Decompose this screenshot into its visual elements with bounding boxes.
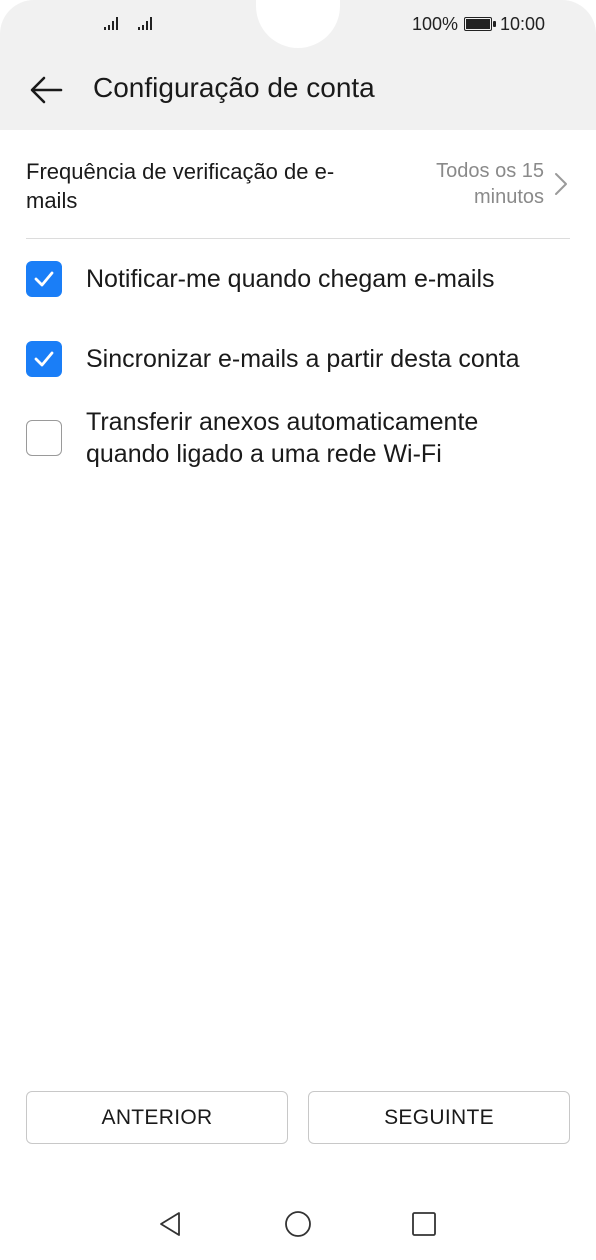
notify-new-emails-label: Notificar-me quando chegam e-mails bbox=[86, 265, 495, 293]
page-title: Configuração de conta bbox=[93, 72, 375, 103]
check-frequency-value: Todos os 15 minutos bbox=[436, 160, 544, 208]
check-frequency-setting[interactable]: Frequência de verificação de e-mails Tod… bbox=[26, 130, 570, 239]
notify-new-emails-option[interactable]: Notificar-me quando chegam e-mails bbox=[26, 258, 570, 300]
nav-recent-icon bbox=[412, 1212, 436, 1236]
back-button[interactable] bbox=[26, 70, 66, 110]
nav-home-button[interactable] bbox=[280, 1206, 316, 1242]
screen: 100% 10:00 Configuração de conta Frequên… bbox=[0, 0, 596, 1260]
chevron-right-icon bbox=[555, 173, 567, 195]
battery-icon bbox=[464, 17, 496, 31]
sync-emails-label: Sincronizar e-mails a partir desta conta bbox=[86, 345, 520, 373]
nav-home-icon bbox=[285, 1211, 311, 1237]
auto-download-attachments-checkbox[interactable] bbox=[26, 420, 62, 456]
sync-emails-checkbox[interactable] bbox=[26, 341, 62, 377]
arrow-left-icon bbox=[30, 76, 63, 104]
camera-notch bbox=[256, 0, 340, 48]
checkmark-icon bbox=[34, 271, 54, 287]
checkmark-icon bbox=[34, 351, 54, 367]
auto-download-attachments-option[interactable]: Transferir anexos automaticamente quando… bbox=[26, 406, 570, 470]
status-time: 10:00 bbox=[500, 14, 546, 34]
check-frequency-label: Frequência de verificação de e-mails bbox=[26, 159, 335, 213]
previous-button[interactable]: ANTERIOR bbox=[26, 1091, 288, 1144]
sync-emails-option[interactable]: Sincronizar e-mails a partir desta conta bbox=[26, 338, 570, 380]
signal-icon bbox=[104, 16, 118, 30]
notify-new-emails-checkbox[interactable] bbox=[26, 261, 62, 297]
nav-back-button[interactable] bbox=[152, 1206, 188, 1242]
next-button[interactable]: SEGUINTE bbox=[308, 1091, 570, 1144]
battery-percent: 100% bbox=[412, 14, 459, 34]
nav-recent-button[interactable] bbox=[406, 1206, 442, 1242]
nav-back-icon bbox=[160, 1212, 180, 1236]
auto-download-attachments-label: Transferir anexos automaticamente quando… bbox=[86, 408, 479, 468]
signal-icon bbox=[138, 16, 152, 30]
app-header: 100% 10:00 Configuração de conta bbox=[0, 0, 596, 130]
